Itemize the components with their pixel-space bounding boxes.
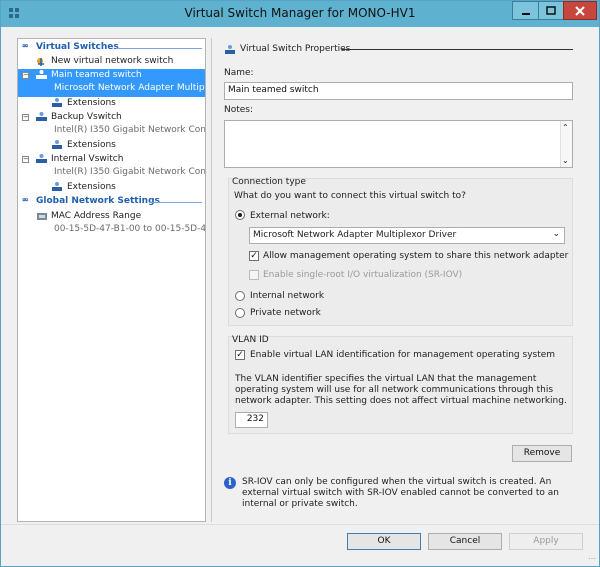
- tree-item-extensions[interactable]: Extensions: [18, 181, 205, 194]
- private-network-label: Private network: [250, 308, 321, 318]
- switch-adapter: Microsoft Network Adapter Multipl...: [54, 83, 206, 93]
- dialog-footer: OK Cancel Apply ⋯: [1, 524, 599, 566]
- collapse-icon[interactable]: −: [22, 72, 29, 79]
- connection-question: What do you want to connect this virtual…: [234, 191, 466, 201]
- tree-item-internal-adapter: Intel(R) I350 Gigabit Network Con...: [18, 166, 205, 179]
- section-divider: [150, 202, 202, 203]
- allow-management-label: Allow management operating system to sha…: [263, 251, 569, 261]
- mac-address-icon: [37, 213, 47, 220]
- switch-tree[interactable]: ⮹ Virtual Switches New virtual network s…: [17, 38, 206, 522]
- minimize-button[interactable]: [512, 1, 538, 20]
- title-divider: [342, 49, 573, 50]
- apply-button[interactable]: Apply: [509, 533, 583, 550]
- chevron-down-icon: ⌄: [552, 229, 560, 239]
- tree-item-new-switch[interactable]: New virtual network switch: [18, 55, 205, 68]
- cancel-button[interactable]: Cancel: [428, 533, 502, 550]
- window-title: Virtual Switch Manager for MONO-HV1: [184, 6, 416, 20]
- allow-management-checkbox[interactable]: ✓: [249, 251, 259, 261]
- external-network-label: External network:: [250, 211, 330, 221]
- maximize-icon: [546, 6, 556, 15]
- ok-button[interactable]: OK: [347, 533, 421, 550]
- close-icon: [575, 5, 585, 16]
- connection-type-title: Connection type: [232, 177, 306, 187]
- global-header-label: Global Network Settings: [36, 196, 160, 206]
- sriov-checkbox[interactable]: [249, 270, 259, 280]
- tree-item-backup-vswitch[interactable]: − Backup Vswitch: [18, 111, 205, 124]
- scroll-down-icon[interactable]: ⌄: [562, 156, 569, 165]
- notes-textarea[interactable]: ⌃ ⌄: [224, 120, 573, 168]
- external-network-radio[interactable]: [235, 210, 245, 220]
- connection-type-group: Connection type What do you want to conn…: [228, 177, 573, 326]
- sriov-label: Enable single-root I/O virtualization (S…: [263, 270, 463, 280]
- internal-network-radio[interactable]: [235, 291, 245, 301]
- network-switch-icon: [36, 112, 47, 121]
- remove-button[interactable]: Remove: [512, 445, 572, 462]
- resize-grip-icon[interactable]: ⋯: [588, 554, 596, 563]
- new-switch-label: New virtual network switch: [51, 56, 174, 66]
- vlan-title: VLAN ID: [232, 335, 269, 345]
- extensions-icon: [52, 98, 62, 107]
- info-icon: i: [224, 477, 236, 489]
- extensions-icon: [52, 182, 62, 191]
- tree-item-extensions[interactable]: Extensions: [18, 139, 205, 152]
- close-button[interactable]: [563, 1, 597, 20]
- new-switch-icon: [37, 58, 44, 66]
- network-adapter-select[interactable]: Microsoft Network Adapter Multiplexor Dr…: [249, 227, 565, 244]
- extensions-label: Extensions: [67, 140, 116, 150]
- virtual-switch-manager-window: Virtual Switch Manager for MONO-HV1 ⮹ Vi…: [0, 0, 600, 567]
- tree-item-main-adapter: Microsoft Network Adapter Multipl...: [18, 82, 205, 95]
- collapse-chevron-icon[interactable]: ⮹: [22, 42, 28, 52]
- tree-item-main-teamed-switch[interactable]: − Main teamed switch: [18, 69, 205, 82]
- switch-name: Internal Vswitch: [51, 154, 124, 164]
- extensions-icon: [52, 140, 62, 149]
- vlan-id-group: VLAN ID ✓ Enable virtual LAN identificat…: [228, 335, 573, 434]
- tree-item-internal-vswitch[interactable]: − Internal Vswitch: [18, 153, 205, 166]
- mac-range-label: MAC Address Range: [51, 211, 142, 221]
- tree-item-extensions[interactable]: Extensions: [18, 97, 205, 110]
- mac-range-value: 00-15-5D-47-B1-00 to 00-15-5D-4...: [54, 224, 206, 234]
- switch-name: Main teamed switch: [51, 70, 142, 80]
- network-adapter-value: Microsoft Network Adapter Multiplexor Dr…: [253, 230, 457, 240]
- network-switch-icon: [36, 154, 47, 163]
- enable-vlan-label: Enable virtual LAN identification for ma…: [250, 350, 556, 360]
- minimize-icon: [521, 12, 530, 15]
- properties-title: Virtual Switch Properties: [240, 44, 351, 54]
- collapse-icon[interactable]: −: [22, 114, 29, 121]
- name-input[interactable]: Main teamed switch: [224, 82, 573, 100]
- vlan-description: The VLAN identifier specifies the virtua…: [235, 374, 567, 406]
- name-label: Name:: [224, 68, 254, 78]
- maximize-button[interactable]: [538, 1, 563, 20]
- switch-properties-pane: Virtual Switch Properties Name: Main tea…: [211, 38, 583, 522]
- vlan-id-input[interactable]: 232: [235, 412, 268, 428]
- network-switch-icon: [36, 70, 47, 79]
- title-bar[interactable]: Virtual Switch Manager for MONO-HV1: [1, 1, 599, 27]
- enable-vlan-checkbox[interactable]: ✓: [235, 350, 245, 360]
- notes-label: Notes:: [224, 105, 254, 115]
- extensions-label: Extensions: [67, 98, 116, 108]
- section-divider: [116, 48, 202, 49]
- tree-item-mac-address-range[interactable]: MAC Address Range: [18, 210, 205, 223]
- extensions-label: Extensions: [67, 182, 116, 192]
- collapse-chevron-icon[interactable]: ⮹: [22, 196, 28, 206]
- switch-adapter: Intel(R) I350 Gigabit Network Con...: [54, 125, 206, 135]
- tree-item-mac-range-value: 00-15-5D-47-B1-00 to 00-15-5D-4...: [18, 223, 205, 236]
- network-switch-icon: [225, 45, 235, 54]
- collapse-icon[interactable]: −: [22, 156, 29, 163]
- private-network-radio[interactable]: [235, 308, 245, 318]
- virtual-switches-header-label: Virtual Switches: [36, 42, 119, 52]
- switch-name: Backup Vswitch: [51, 112, 122, 122]
- notes-scrollbar[interactable]: ⌃ ⌄: [560, 121, 572, 167]
- scroll-up-icon[interactable]: ⌃: [562, 123, 569, 132]
- tree-item-backup-adapter: Intel(R) I350 Gigabit Network Con...: [18, 124, 205, 137]
- sriov-info-text: SR-IOV can only be configured when the v…: [242, 477, 559, 509]
- switch-adapter: Intel(R) I350 Gigabit Network Con...: [54, 167, 206, 177]
- internal-network-label: Internal network: [250, 291, 325, 301]
